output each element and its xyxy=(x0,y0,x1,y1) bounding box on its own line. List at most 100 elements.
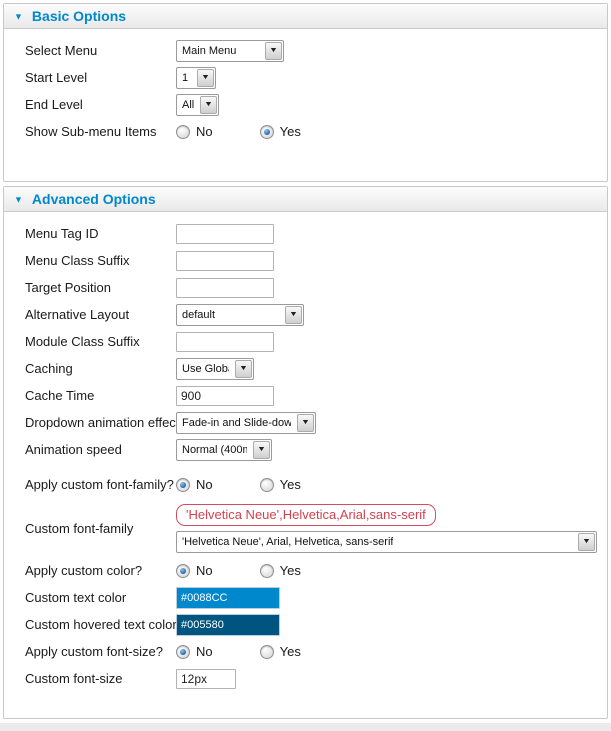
alternative-layout-value: default xyxy=(182,309,215,321)
custom-font-family-label: Custom font-family xyxy=(25,521,176,536)
dropdown-animation-value: Fade-in and Slide-down xyxy=(182,417,291,429)
caching-value: Use Global xyxy=(182,363,229,375)
select-menu-row: Select Menu Main Menu ▼ xyxy=(25,37,599,64)
apply-font-size-radio-yes[interactable]: Yes xyxy=(260,644,301,659)
chevron-down-icon: ▼ xyxy=(235,360,252,378)
radio-selected-icon[interactable] xyxy=(260,125,274,139)
apply-font-family-row: Apply custom font-family? No Yes xyxy=(25,471,599,498)
chevron-down-icon: ▼ xyxy=(297,414,314,432)
dropdown-animation-row: Dropdown animation effect Fade-in and Sl… xyxy=(25,409,599,436)
apply-font-family-radio-yes[interactable]: Yes xyxy=(260,477,301,492)
end-level-value: All xyxy=(182,99,194,111)
end-level-row: End Level All ▼ xyxy=(25,91,599,118)
basic-options-body: Select Menu Main Menu ▼ Start Level 1 ▼ … xyxy=(4,29,607,181)
cache-time-label: Cache Time xyxy=(25,388,176,403)
apply-font-size-row: Apply custom font-size? No Yes xyxy=(25,638,599,665)
end-level-label: End Level xyxy=(25,97,176,112)
caching-label: Caching xyxy=(25,361,176,376)
start-level-dropdown[interactable]: 1 ▼ xyxy=(176,67,216,89)
module-class-suffix-row: Module Class Suffix xyxy=(25,328,599,355)
menu-tag-id-row: Menu Tag ID xyxy=(25,220,599,247)
page-bottom-strip xyxy=(0,723,611,731)
apply-color-radio-no[interactable]: No xyxy=(176,563,213,578)
collapse-triangle-icon: ▼ xyxy=(14,195,23,204)
menu-class-suffix-label: Menu Class Suffix xyxy=(25,253,176,268)
target-position-input[interactable] xyxy=(176,278,274,298)
apply-color-label: Apply custom color? xyxy=(25,563,176,578)
select-menu-value: Main Menu xyxy=(182,45,236,57)
collapse-triangle-icon: ▼ xyxy=(14,12,23,21)
apply-color-row: Apply custom color? No Yes xyxy=(25,557,599,584)
select-menu-dropdown[interactable]: Main Menu ▼ xyxy=(176,40,284,62)
radio-selected-icon[interactable] xyxy=(176,564,190,578)
start-level-row: Start Level 1 ▼ xyxy=(25,64,599,91)
show-submenu-radio-yes[interactable]: Yes xyxy=(260,124,301,139)
apply-font-size-radio-no[interactable]: No xyxy=(176,644,213,659)
custom-font-family-input[interactable]: 'Helvetica Neue',Helvetica,Arial,sans-se… xyxy=(176,504,436,526)
animation-speed-dropdown[interactable]: Normal (400ms) ▼ xyxy=(176,439,272,461)
show-submenu-radio-no[interactable]: No xyxy=(176,124,213,139)
caching-row: Caching Use Global ▼ xyxy=(25,355,599,382)
chevron-down-icon: ▼ xyxy=(197,69,214,87)
module-class-suffix-input[interactable] xyxy=(176,332,274,352)
custom-text-color-label: Custom text color xyxy=(25,590,176,605)
custom-text-color-row: Custom text color xyxy=(25,584,599,611)
chevron-down-icon: ▼ xyxy=(285,306,302,324)
module-class-suffix-label: Module Class Suffix xyxy=(25,334,176,349)
caching-dropdown[interactable]: Use Global ▼ xyxy=(176,358,254,380)
dropdown-animation-label: Dropdown animation effect xyxy=(25,415,176,430)
show-submenu-row: Show Sub-menu Items No Yes xyxy=(25,118,599,145)
chevron-down-icon: ▼ xyxy=(265,42,282,60)
start-level-value: 1 xyxy=(182,72,188,84)
apply-font-family-radio-no[interactable]: No xyxy=(176,477,213,492)
advanced-options-header[interactable]: ▼ Advanced Options xyxy=(4,187,607,212)
start-level-label: Start Level xyxy=(25,70,176,85)
basic-options-panel: ▼ Basic Options Select Menu Main Menu ▼ … xyxy=(3,3,608,182)
custom-hovered-color-input[interactable] xyxy=(176,614,280,636)
dropdown-animation-dropdown[interactable]: Fade-in and Slide-down ▼ xyxy=(176,412,316,434)
radio-selected-icon[interactable] xyxy=(176,478,190,492)
chevron-down-icon: ▼ xyxy=(200,96,217,114)
radio-selected-icon[interactable] xyxy=(176,645,190,659)
target-position-label: Target Position xyxy=(25,280,176,295)
custom-font-family-value: 'Helvetica Neue', Arial, Helvetica, sans… xyxy=(182,536,393,548)
animation-speed-value: Normal (400ms) xyxy=(182,444,247,456)
custom-font-size-label: Custom font-size xyxy=(25,671,176,686)
advanced-options-panel: ▼ Advanced Options Menu Tag ID Menu Clas… xyxy=(3,186,608,719)
show-submenu-label: Show Sub-menu Items xyxy=(25,124,176,139)
custom-font-family-row: Custom font-family 'Helvetica Neue',Helv… xyxy=(25,500,599,556)
cache-time-row: Cache Time xyxy=(25,382,599,409)
select-menu-label: Select Menu xyxy=(25,43,176,58)
target-position-row: Target Position xyxy=(25,274,599,301)
custom-font-size-row: Custom font-size xyxy=(25,665,599,692)
custom-font-family-dropdown[interactable]: 'Helvetica Neue', Arial, Helvetica, sans… xyxy=(176,531,597,553)
alternative-layout-label: Alternative Layout xyxy=(25,307,176,322)
chevron-down-icon: ▼ xyxy=(578,533,595,551)
menu-class-suffix-row: Menu Class Suffix xyxy=(25,247,599,274)
cache-time-input[interactable] xyxy=(176,386,274,406)
advanced-options-body: Menu Tag ID Menu Class Suffix Target Pos… xyxy=(4,212,607,718)
radio-icon[interactable] xyxy=(260,645,274,659)
advanced-options-title: Advanced Options xyxy=(32,191,156,207)
apply-color-radio-yes[interactable]: Yes xyxy=(260,563,301,578)
basic-options-header[interactable]: ▼ Basic Options xyxy=(4,4,607,29)
chevron-down-icon: ▼ xyxy=(253,441,270,459)
animation-speed-row: Animation speed Normal (400ms) ▼ xyxy=(25,436,599,463)
alternative-layout-row: Alternative Layout default ▼ xyxy=(25,301,599,328)
menu-tag-id-input[interactable] xyxy=(176,224,274,244)
options-page: ▼ Basic Options Select Menu Main Menu ▼ … xyxy=(0,0,611,719)
radio-icon[interactable] xyxy=(260,564,274,578)
radio-icon[interactable] xyxy=(260,478,274,492)
custom-font-size-input[interactable] xyxy=(176,669,236,689)
custom-hovered-color-row: Custom hovered text color xyxy=(25,611,599,638)
apply-font-family-label: Apply custom font-family? xyxy=(25,477,176,492)
menu-class-suffix-input[interactable] xyxy=(176,251,274,271)
radio-icon[interactable] xyxy=(176,125,190,139)
custom-hovered-color-label: Custom hovered text color xyxy=(25,617,176,632)
animation-speed-label: Animation speed xyxy=(25,442,176,457)
end-level-dropdown[interactable]: All ▼ xyxy=(176,94,219,116)
menu-tag-id-label: Menu Tag ID xyxy=(25,226,176,241)
alternative-layout-dropdown[interactable]: default ▼ xyxy=(176,304,304,326)
custom-text-color-input[interactable] xyxy=(176,587,280,609)
basic-options-title: Basic Options xyxy=(32,8,126,24)
